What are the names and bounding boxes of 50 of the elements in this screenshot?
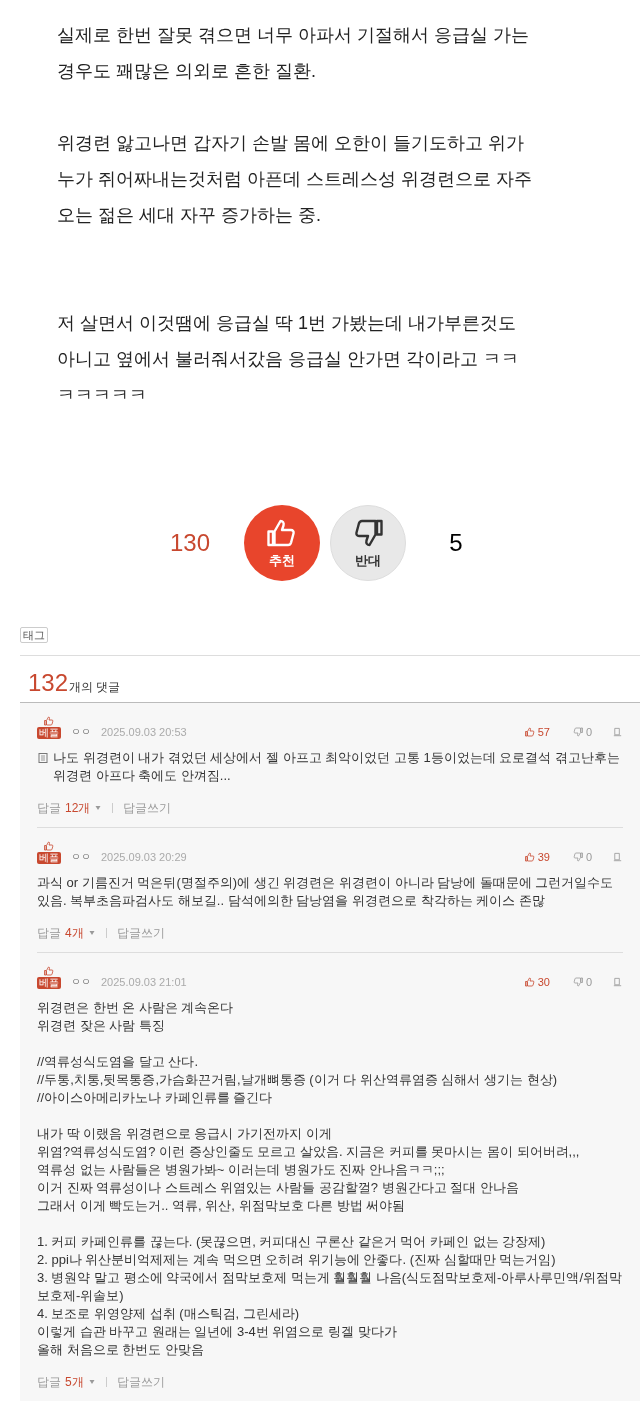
thumbs-up-icon bbox=[523, 851, 536, 863]
nickname[interactable]: ㅇㅇ bbox=[71, 850, 91, 864]
comment-dislike-button[interactable]: 0 bbox=[571, 850, 592, 864]
thumbs-up-icon bbox=[523, 726, 536, 738]
comment-like-button[interactable]: 39 bbox=[523, 850, 550, 864]
dislike-button[interactable]: 반대 bbox=[330, 505, 406, 581]
thumbs-up-icon bbox=[42, 840, 56, 852]
article-paragraph: 위경련 앓고나면 갑자기 손발 몸에 오한이 들기도하고 위가 누가 쥐어짜내는것처럼 아픈데 스트레스성 위경련으로 자주 오는 젊은 세대 자꾸 증가하는 중. bbox=[57, 132, 533, 227]
best-badge: 베플 bbox=[37, 977, 61, 989]
comment-date: 2025.09.03 20:29 bbox=[101, 850, 187, 864]
tag-label[interactable]: 태그 bbox=[20, 627, 48, 643]
comment-like-button[interactable]: 57 bbox=[523, 725, 550, 739]
caret-icon bbox=[87, 930, 96, 936]
comment-dislike-button[interactable]: 0 bbox=[571, 975, 592, 989]
report-icon[interactable] bbox=[612, 977, 623, 988]
reply-toggle[interactable]: 답글 12개 bbox=[37, 799, 103, 817]
write-reply-link[interactable]: 답글쓰기 bbox=[123, 799, 172, 817]
comment-date: 2025.09.03 20:53 bbox=[101, 725, 187, 739]
comment-date: 2025.09.03 21:01 bbox=[101, 975, 187, 989]
thumbs-down-icon bbox=[571, 726, 584, 738]
caret-icon bbox=[94, 805, 103, 811]
thumbs-up-icon bbox=[523, 976, 536, 988]
dislike-count: 5 bbox=[448, 528, 464, 558]
article-paragraph: 실제로 한번 잘못 겪으면 너무 아파서 기절해서 응급실 가는 경우도 꽤많은 의외로 흔한 질환. bbox=[57, 24, 530, 83]
like-button[interactable]: 추천 bbox=[244, 505, 320, 581]
comment-text: 과식 or 기름진거 먹은뒤(명절주의)에 생긴 위경련은 위경련이 아니라 담낭에 돌때문에 그런거일수도 있음. 복부초음파검사도 해보길.. 담석에의한 담낭염을 위경련으로 착각하는 케이스 존많 bbox=[37, 874, 615, 910]
reply-toggle[interactable]: 답글 4개 bbox=[37, 924, 96, 942]
thumbs-down-icon bbox=[571, 851, 584, 863]
comment-count: 132 bbox=[28, 670, 69, 696]
comment-count-label: 개의 댓글 bbox=[69, 679, 121, 696]
caret-icon bbox=[87, 1379, 96, 1385]
report-icon[interactable] bbox=[612, 852, 623, 863]
best-badge: 베플 bbox=[37, 852, 61, 864]
comment-dislike-button[interactable]: 0 bbox=[571, 725, 592, 739]
article-paragraph: 저 살면서 이것땜에 응급실 딱 1번 가봤는데 내가부른것도 아니고 옆에서 불러줘서갔음 응급실 안가면 각이라고 ㅋㅋㅋㅋㅋㅋㅋ bbox=[57, 312, 520, 407]
thumbs-up-icon bbox=[42, 715, 56, 727]
comment-text: 나도 위경련이 내가 겪었던 세상에서 젤 아프고 최악이었던 고통 1등이었는데 요로결석 겪고난후는 위경련 아프다 축에도 안껴짐... bbox=[53, 749, 621, 785]
reply-toggle[interactable]: 답글 5개 bbox=[37, 1373, 96, 1391]
nickname[interactable]: ㅇㅇ bbox=[71, 725, 91, 739]
comment-like-button[interactable]: 30 bbox=[523, 975, 550, 989]
write-reply-link[interactable]: 답글쓰기 bbox=[116, 924, 165, 942]
note-icon bbox=[37, 752, 49, 764]
nickname[interactable]: ㅇㅇ bbox=[71, 975, 91, 989]
like-count: 130 bbox=[168, 528, 211, 558]
comment-text: 위경련은 한번 온 사람은 계속온다 위경련 잦은 사람 특징 //역류성식도염을 달고 산다. //두통,치통,뒷목통증,가슴화끈거림,날개뼈통증 (이거 다 위산역류염증 심해서 생기는 현상) //아이스아메리카노나 카페인류를 즐긴다 내가 딱 이랬음 위경련으로 응급시 가기전까지 이게 위염?역류성식도염? 이런 증상인줄도 모르고 살았음. 지금은 커피를 못마시는 몸이 되어버려,,, 역류성 없는 사람들은 병원가봐~ 이러는데 병원가도 진짜 안나음ㅋㅋ;;; 이거 진짜 역류성이나 스트레스 위염있는 사람들 공감할껄? 병원간다고 절대 안나음 그래서 이게 빡도는거.. 역류, 위산, 위점막보호 다른 방법 써야됨 1. 커피 카페인류를 끊는다. (못끊으면, 커피대신 구론산 같은거 먹어 카페인 없는 강장제) 2. ppi나 위산분비억제제는 계속 먹으면 오히려 위기능에 안좋다. (진짜 심할때만 먹는거임) 3. 병원약 말고 평소에 약국에서 점막보호제 먹는게 훨훨훨 나음(식도점막보호제-아루사루민액/위점막보호제-위솔보) 4. 보조로 위영양제 섭취 (매스틱검, 그린세라) 이렇게 습관 바꾸고 원래는 일년에 3-4번 위염으로 링겔 맞다가 올해 처음으로 한번도 안맞음 bbox=[37, 999, 623, 1359]
report-icon[interactable] bbox=[612, 727, 623, 738]
best-badge: 베플 bbox=[37, 727, 61, 739]
thumbs-down-icon bbox=[571, 976, 584, 988]
write-reply-link[interactable]: 답글쓰기 bbox=[116, 1373, 165, 1391]
thumbs-up-icon bbox=[42, 965, 56, 977]
